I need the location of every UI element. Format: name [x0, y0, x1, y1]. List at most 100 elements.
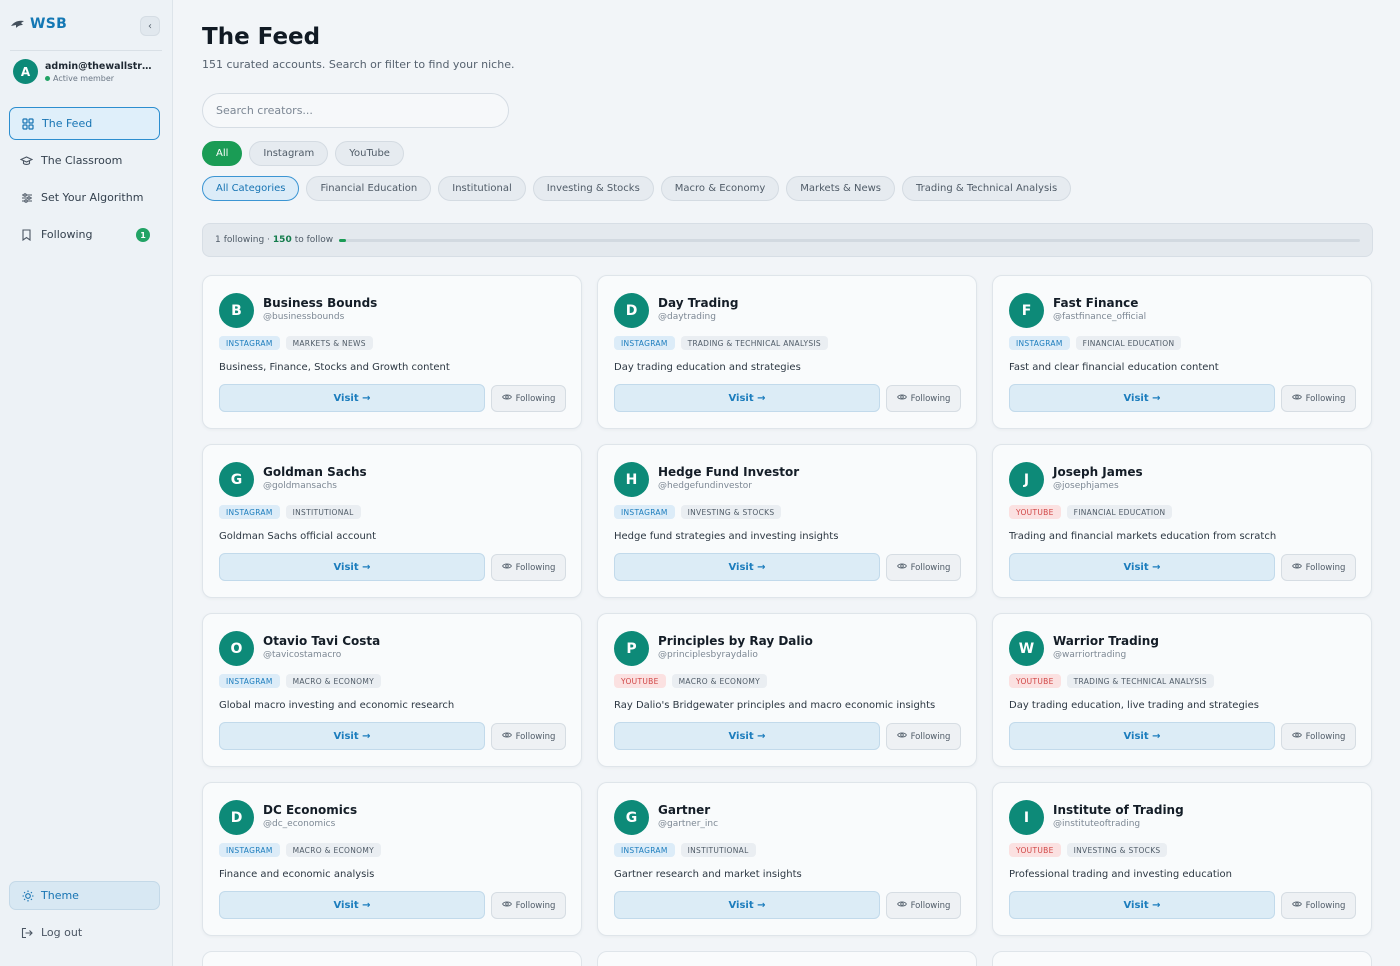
- creator-card[interactable]: O Otavio Tavi Costa @tavicostamacro INSTAGR…: [202, 613, 582, 767]
- visit-button[interactable]: Visit →: [614, 891, 880, 919]
- following-button[interactable]: Following: [491, 723, 566, 750]
- creator-name: Institute of Trading: [1053, 803, 1184, 817]
- visit-button[interactable]: Visit →: [1009, 384, 1275, 412]
- filter-chip-institutional[interactable]: Institutional: [438, 176, 526, 201]
- creator-avatar: O: [219, 631, 254, 666]
- creator-tags: YOUTUBE FINANCIAL EDUCATION: [1009, 505, 1173, 519]
- user-profile[interactable]: A admin@thewallstreetb... Active member: [13, 59, 157, 84]
- visit-button[interactable]: Visit →: [1009, 553, 1275, 581]
- collapse-sidebar-button[interactable]: ‹: [140, 16, 160, 36]
- following-label: following ·: [223, 235, 270, 245]
- theme-button[interactable]: Theme: [9, 881, 160, 910]
- visit-button[interactable]: Visit →: [219, 891, 485, 919]
- visit-button[interactable]: Visit →: [614, 722, 880, 750]
- eye-icon: [501, 731, 512, 742]
- to-follow-count: 150: [272, 235, 292, 245]
- filter-chip-trading-technical-analysis[interactable]: Trading & Technical Analysis: [902, 176, 1072, 201]
- filter-chip-financial-education[interactable]: Financial Education: [306, 176, 432, 201]
- following-button[interactable]: Following: [886, 892, 961, 919]
- graduation-cap-icon: [20, 154, 33, 167]
- creator-description: Professional trading and investing educa…: [1009, 869, 1232, 880]
- following-button[interactable]: Following: [1281, 723, 1356, 750]
- follow-progress-panel: 1 following · 150 to follow: [202, 223, 1373, 257]
- creator-card[interactable]: D DC Economics @dc_economics INSTAGRAM MACRO…: [202, 782, 582, 936]
- creator-card[interactable]: G Goldman Sachs @goldmansachs INSTAGRAM INST…: [202, 444, 582, 598]
- filter-chip-markets-news[interactable]: Markets & News: [786, 176, 896, 201]
- creator-card[interactable]: W Warrior Trading @warriortrading YOUTUBE TR…: [992, 613, 1372, 767]
- sidebar-item-the-feed[interactable]: The Feed: [9, 107, 160, 140]
- following-count: 1: [215, 235, 221, 245]
- creator-name: Principles by Ray Dalio: [658, 634, 813, 648]
- filter-chip-macro-economy[interactable]: Macro & Economy: [660, 176, 780, 201]
- category-filter-row: All Categories Financial Education Insti…: [202, 176, 1072, 201]
- following-button[interactable]: Following: [1281, 554, 1356, 581]
- filter-chip-investing-stocks[interactable]: Investing & Stocks: [532, 176, 654, 201]
- sidebar-item-the-classroom[interactable]: The Classroom: [9, 144, 160, 177]
- following-label: Following: [515, 900, 556, 911]
- follow-progress-bar: [339, 239, 1360, 242]
- creator-card[interactable]: G Gartner @gartner_inc INSTAGRAM INSTITUTION…: [597, 782, 977, 936]
- creator-card-partial[interactable]: [992, 951, 1372, 966]
- search-input[interactable]: [202, 93, 509, 128]
- following-label: Following: [1305, 562, 1346, 573]
- creator-card[interactable]: J Joseph James @josephjames YOUTUBE FINANCIA…: [992, 444, 1372, 598]
- status-dot-icon: [45, 75, 50, 81]
- creator-description: Ray Dalio's Bridgewater principles and m…: [614, 700, 936, 711]
- following-button[interactable]: Following: [886, 723, 961, 750]
- platform-tag: YOUTUBE: [614, 674, 666, 688]
- creator-name: Fast Finance: [1053, 296, 1139, 310]
- creator-tags: YOUTUBE MACRO & ECONOMY: [614, 674, 768, 688]
- creator-description: Trading and financial markets education …: [1009, 531, 1277, 542]
- bookmark-icon: [20, 228, 33, 241]
- user-status-label: Active member: [53, 73, 115, 83]
- platform-tag: INSTAGRAM: [614, 843, 675, 857]
- visit-button[interactable]: Visit →: [614, 553, 880, 581]
- creator-handle: @hedgefundinvestor: [658, 481, 752, 491]
- sidebar-item-set-your-algorithm[interactable]: Set Your Algorithm: [9, 181, 160, 214]
- creator-tags: INSTAGRAM INSTITUTIONAL: [219, 505, 361, 519]
- following-button[interactable]: Following: [886, 385, 961, 412]
- sidebar-item-following[interactable]: Following 1: [9, 218, 160, 251]
- creator-card[interactable]: I Institute of Trading @instituteoftrading…: [992, 782, 1372, 936]
- filter-chip-instagram[interactable]: Instagram: [249, 141, 329, 166]
- creator-card[interactable]: B Business Bounds @businessbounds INSTAGRAM…: [202, 275, 582, 429]
- creator-card-partial[interactable]: [202, 951, 582, 966]
- filter-chip-youtube[interactable]: YouTube: [335, 141, 404, 166]
- grid-icon: [21, 117, 34, 130]
- brand-logo[interactable]: WSB: [10, 16, 67, 32]
- following-label: Following: [910, 900, 951, 911]
- visit-button[interactable]: Visit →: [219, 553, 485, 581]
- following-button[interactable]: Following: [886, 554, 961, 581]
- creator-handle: @principlesbyraydalio: [658, 650, 758, 660]
- filter-chip-all[interactable]: All: [202, 141, 243, 166]
- creator-card[interactable]: F Fast Finance @fastfinance_official INSTAG…: [992, 275, 1372, 429]
- following-button[interactable]: Following: [491, 892, 566, 919]
- creator-card[interactable]: P Principles by Ray Dalio @principlesbyray…: [597, 613, 977, 767]
- creator-handle: @daytrading: [658, 312, 716, 322]
- following-button[interactable]: Following: [491, 385, 566, 412]
- visit-button[interactable]: Visit →: [219, 384, 485, 412]
- sidebar-item-label: The Feed: [42, 117, 93, 130]
- creator-avatar: H: [614, 462, 649, 497]
- category-tag: INVESTING & STOCKS: [1066, 843, 1168, 857]
- visit-button[interactable]: Visit →: [614, 384, 880, 412]
- visit-button[interactable]: Visit →: [219, 722, 485, 750]
- visit-button[interactable]: Visit →: [1009, 891, 1275, 919]
- following-button[interactable]: Following: [1281, 385, 1356, 412]
- creator-avatar: J: [1009, 462, 1044, 497]
- following-label: Following: [910, 731, 951, 742]
- creator-card[interactable]: D Day Trading @daytrading INSTAGRAM TRADING …: [597, 275, 977, 429]
- creator-card-partial[interactable]: [597, 951, 977, 966]
- category-tag: FINANCIAL EDUCATION: [1075, 336, 1182, 350]
- creator-card[interactable]: H Hedge Fund Investor @hedgefundinvestor IN…: [597, 444, 977, 598]
- filter-chip-all-categories[interactable]: All Categories: [202, 176, 300, 201]
- following-button[interactable]: Following: [491, 554, 566, 581]
- logout-button[interactable]: Log out: [9, 919, 160, 946]
- creator-avatar: W: [1009, 631, 1044, 666]
- creator-handle: @dc_economics: [263, 819, 336, 829]
- creator-name: Warrior Trading: [1053, 634, 1159, 648]
- main-content: The Feed 151 curated accounts. Search or…: [202, 0, 1373, 966]
- visit-button[interactable]: Visit →: [1009, 722, 1275, 750]
- following-button[interactable]: Following: [1281, 892, 1356, 919]
- eye-icon: [501, 393, 512, 404]
